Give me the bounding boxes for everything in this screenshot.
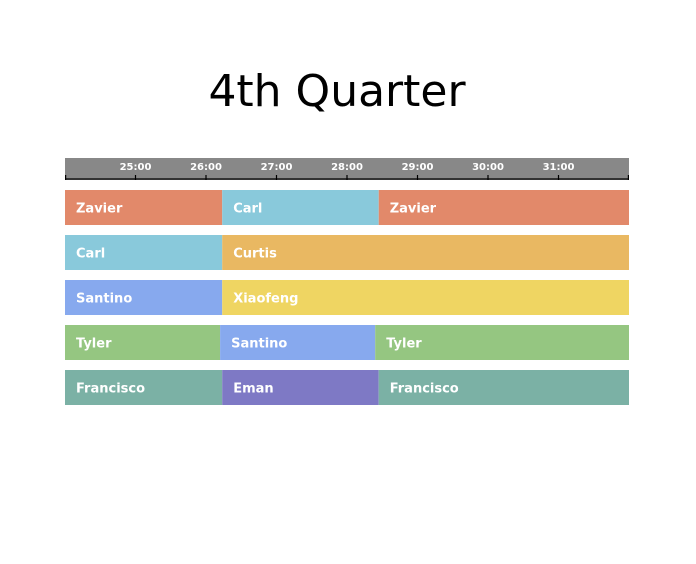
shift-bar-label: Francisco	[390, 382, 459, 397]
shift-bar-label: Francisco	[76, 382, 145, 397]
shift-bar-label: Santino	[76, 292, 132, 307]
shift-bar-label: Eman	[233, 382, 273, 397]
shift-bar-label: Santino	[231, 337, 287, 352]
shift-bar-label: Carl	[233, 202, 262, 217]
axis-tick-label: 28:00	[331, 162, 363, 173]
axis-tick-label: 29:00	[402, 162, 434, 173]
gantt-chart: 25:00 26:00 27:00 28:00 29:00 30:00 31:00 Zavie…	[64, 158, 630, 405]
shift-bar-label: Carl	[76, 247, 105, 262]
axis-tick-label: 27:00	[261, 162, 293, 173]
axis-tick-label: 30:00	[472, 162, 504, 173]
shift-bar-label: Tyler	[76, 337, 112, 352]
shift-bar	[222, 235, 629, 270]
shift-bar-label: Zavier	[76, 202, 123, 217]
shift-bar-label: Zavier	[390, 202, 437, 217]
shift-bar-label: Xiaofeng	[233, 292, 298, 307]
axis-tick-label: 26:00	[190, 162, 222, 173]
shift-bar-label: Curtis	[233, 247, 277, 262]
axis-tick-label: 25:00	[120, 162, 152, 173]
axis-tick-label: 31:00	[543, 162, 575, 173]
shift-bar-label: Tyler	[386, 337, 422, 352]
